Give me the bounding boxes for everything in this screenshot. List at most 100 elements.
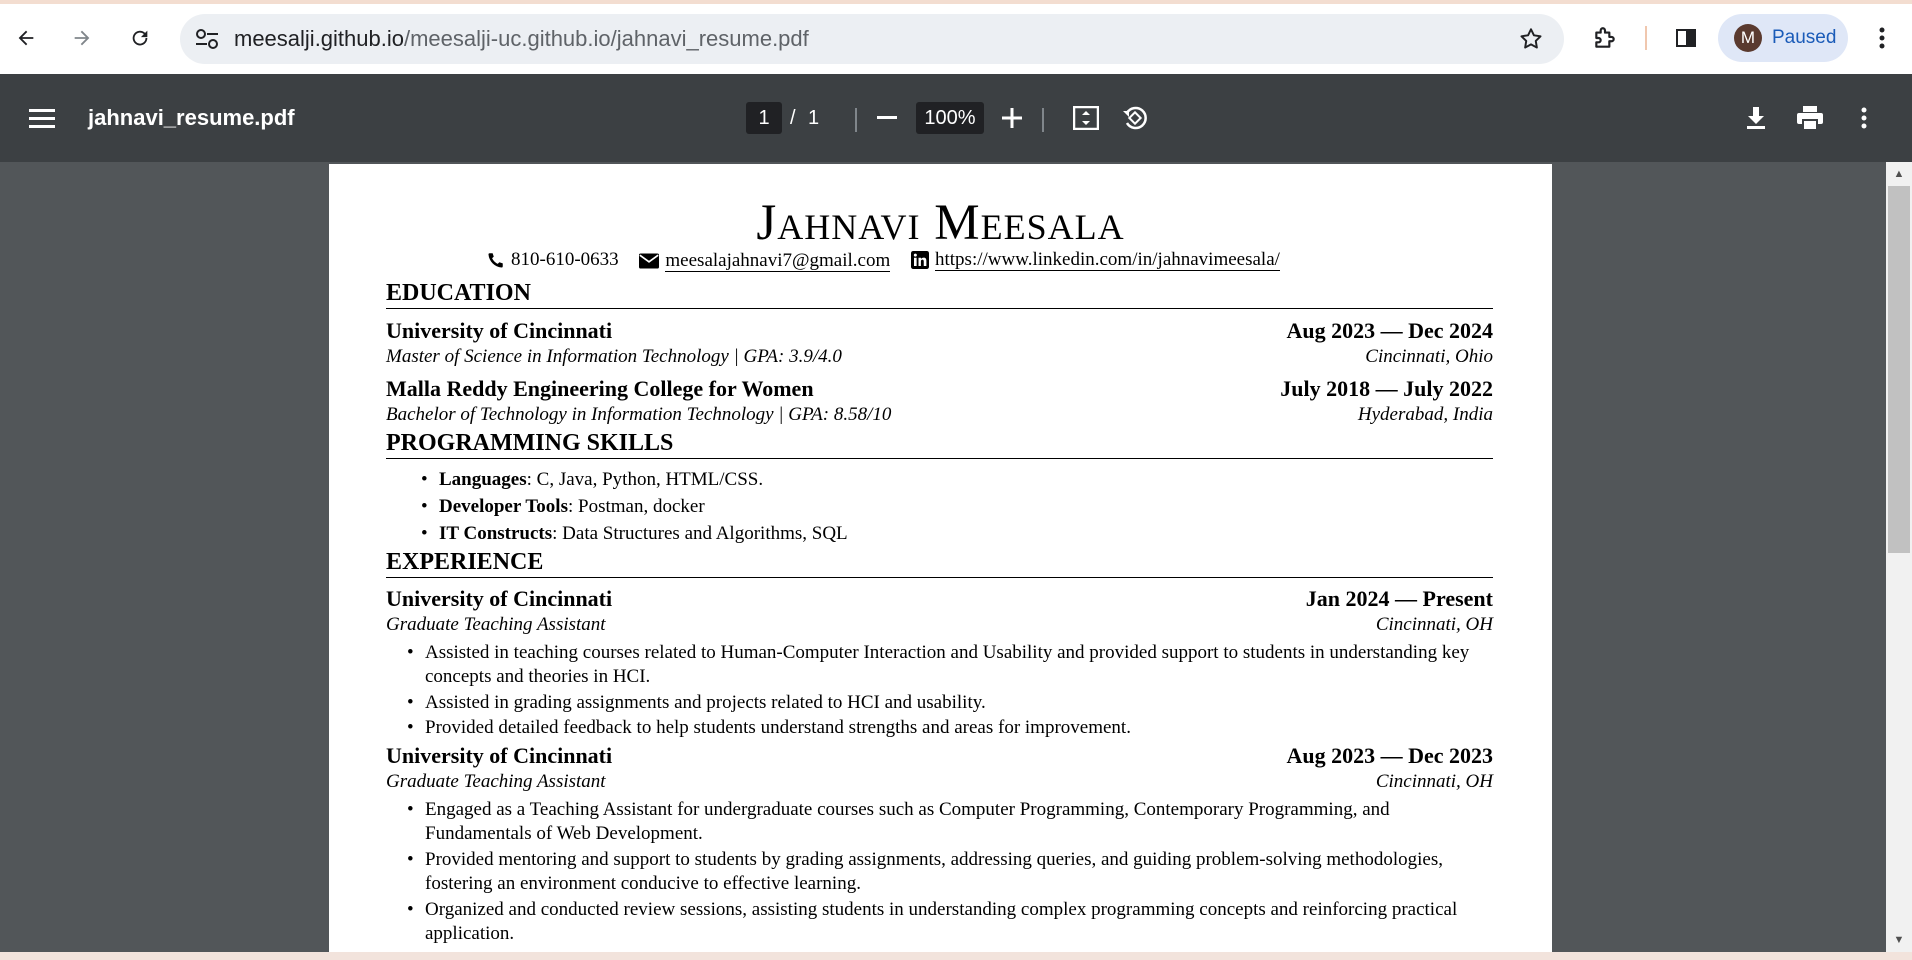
url-path: /meesalji-uc.github.io/jahnavi_resume.pd…: [403, 26, 809, 51]
linkedin-item[interactable]: https://www.linkedin.com/in/jahnavimeesa…: [911, 249, 1280, 271]
plus-icon: [1002, 108, 1022, 128]
forward-button[interactable]: [62, 18, 102, 58]
scrollbar-thumb[interactable]: [1888, 186, 1910, 553]
rotate-button[interactable]: [1114, 98, 1154, 138]
org-name: University of Cincinnati: [386, 743, 613, 768]
job-dates: Aug 2023 — Dec 2023: [1286, 743, 1493, 768]
experience-bullet: Assisted in grading assignments and proj…: [407, 691, 1493, 715]
toolbar-divider: [855, 108, 857, 132]
education-entry-degree: Bachelor of Technology in Information Te…: [386, 404, 1493, 426]
reload-icon: [132, 30, 148, 46]
experience-entry-role: Graduate Teaching Assistant Cincinnati, …: [386, 771, 1493, 793]
experience-bullet: Organized and conducted review sessions,…: [407, 898, 1493, 946]
first-name: Jahnavi: [756, 195, 921, 251]
experience-entry-org: University of Cincinnati Jan 2024 — Pres…: [386, 586, 1493, 612]
school-location: Hyderabad, India: [1357, 404, 1493, 425]
scroll-down-arrow-icon[interactable]: ▼: [1886, 930, 1912, 950]
document-title: jahnavi_resume.pdf: [88, 105, 295, 130]
job-location: Cincinnati, OH: [1375, 771, 1493, 792]
more-vert-icon: [1861, 107, 1867, 129]
zoom-in-button[interactable]: [992, 98, 1032, 138]
phone-icon: [488, 253, 503, 268]
side-panel-button[interactable]: [1666, 18, 1706, 58]
print-button[interactable]: [1790, 98, 1830, 138]
contact-line: 810-610-0633 meesalajahnavi7@gmail.com h…: [487, 249, 1296, 275]
toolbar-divider: [1042, 108, 1044, 132]
skill-label: IT Constructs: [439, 523, 553, 544]
job-dates: Jan 2024 — Present: [1305, 586, 1493, 611]
email-item[interactable]: meesalajahnavi7@gmail.com: [639, 250, 891, 272]
job-location: Cincinnati, OH: [1375, 614, 1493, 635]
fit-page-icon: [1073, 106, 1099, 130]
page-number-input[interactable]: 1: [746, 102, 782, 134]
extensions-button[interactable]: [1585, 18, 1625, 58]
profile-button[interactable]: M Paused: [1718, 14, 1848, 62]
resume-name: Jahnavi Meesala: [329, 194, 1552, 252]
zoom-out-button[interactable]: [867, 98, 907, 138]
envelope-icon: [639, 253, 660, 269]
phone-number: 810-610-0633: [511, 249, 619, 270]
skill-label: Developer Tools: [439, 496, 568, 517]
experience-bullet: Provided detailed feedback to help stude…: [407, 716, 1493, 740]
rotate-icon: [1123, 106, 1147, 130]
experience-entry-role: Graduate Teaching Assistant Cincinnati, …: [386, 614, 1493, 636]
bookmark-star-icon[interactable]: [1518, 26, 1544, 57]
education-entry-school: University of Cincinnati Aug 2023 — Dec …: [386, 318, 1493, 344]
school-location: Cincinnati, Ohio: [1365, 346, 1493, 367]
experience-bullet: Engaged as a Teaching Assistant for unde…: [407, 798, 1493, 846]
skill-item: Developer Tools: Postman, docker: [421, 496, 705, 518]
linkedin-icon: [911, 251, 929, 269]
experience-bullet: Provided mentoring and support to studen…: [407, 848, 1493, 896]
print-icon: [1797, 106, 1823, 131]
menu-icon: [29, 109, 55, 128]
url-text[interactable]: meesalji.github.io/meesalji-uc.github.io…: [234, 14, 809, 64]
download-icon: [1747, 107, 1765, 129]
back-button[interactable]: [6, 18, 46, 58]
linkedin-link[interactable]: https://www.linkedin.com/in/jahnavimeesa…: [935, 249, 1280, 271]
last-name: Meesala: [934, 195, 1125, 251]
toolbar-separator: [1645, 26, 1647, 50]
pdf-page: Jahnavi Meesala 810-610-0633 meesalajahn…: [329, 164, 1552, 952]
skill-label: Languages: [439, 469, 527, 490]
back-arrow-icon: [18, 30, 34, 46]
minus-icon: [877, 116, 897, 119]
school-dates: Aug 2023 — Dec 2024: [1286, 318, 1493, 343]
side-panel-icon: [1676, 29, 1696, 47]
download-button[interactable]: [1736, 98, 1776, 138]
school-name: University of Cincinnati: [386, 318, 613, 343]
skill-value: : C, Java, Python, HTML/CSS.: [526, 469, 764, 490]
skill-item: Languages: C, Java, Python, HTML/CSS.: [421, 469, 764, 491]
skill-value: : Data Structures and Algorithms, SQL: [552, 523, 848, 544]
tab-strip-edge: [0, 0, 1912, 4]
url-host: meesalji.github.io: [234, 26, 404, 51]
scroll-up-arrow-icon[interactable]: ▲: [1886, 164, 1912, 184]
skills-heading: PROGRAMMING SKILLS: [386, 428, 1493, 459]
avatar: M: [1734, 24, 1762, 52]
skill-item: IT Constructs: Data Structures and Algor…: [421, 523, 848, 545]
page-separator: /: [790, 107, 796, 129]
page-total: 1: [808, 107, 820, 129]
pdf-more-button[interactable]: [1844, 98, 1884, 138]
education-entry-school: Malla Reddy Engineering College for Wome…: [386, 376, 1493, 402]
job-role: Graduate Teaching Assistant: [386, 771, 606, 792]
forward-arrow-icon: [74, 30, 90, 46]
skill-value: : Postman, docker: [567, 496, 705, 517]
zoom-level-input[interactable]: 100%: [916, 102, 984, 134]
experience-bullet: Assisted in teaching courses related to …: [407, 641, 1493, 689]
address-bar[interactable]: meesalji.github.io/meesalji-uc.github.io…: [180, 14, 1564, 64]
school-dates: July 2018 — July 2022: [1280, 376, 1493, 401]
more-vert-icon: [1879, 27, 1885, 49]
fit-to-page-button[interactable]: [1066, 98, 1106, 138]
degree-text: Master of Science in Information Technol…: [386, 346, 842, 367]
education-heading: EDUCATION: [386, 278, 1493, 309]
browser-toolbar: meesalji.github.io/meesalji-uc.github.io…: [0, 0, 1912, 74]
site-info-icon[interactable]: [194, 27, 220, 51]
browser-menu-button[interactable]: [1862, 18, 1902, 58]
reload-button[interactable]: [120, 18, 160, 58]
email-link[interactable]: meesalajahnavi7@gmail.com: [665, 250, 891, 272]
job-role: Graduate Teaching Assistant: [386, 614, 606, 635]
sidebar-menu-button[interactable]: [22, 98, 62, 138]
window-bottom-edge: [0, 952, 1912, 960]
profile-status: Paused: [1772, 27, 1837, 48]
degree-text: Bachelor of Technology in Information Te…: [386, 404, 892, 425]
